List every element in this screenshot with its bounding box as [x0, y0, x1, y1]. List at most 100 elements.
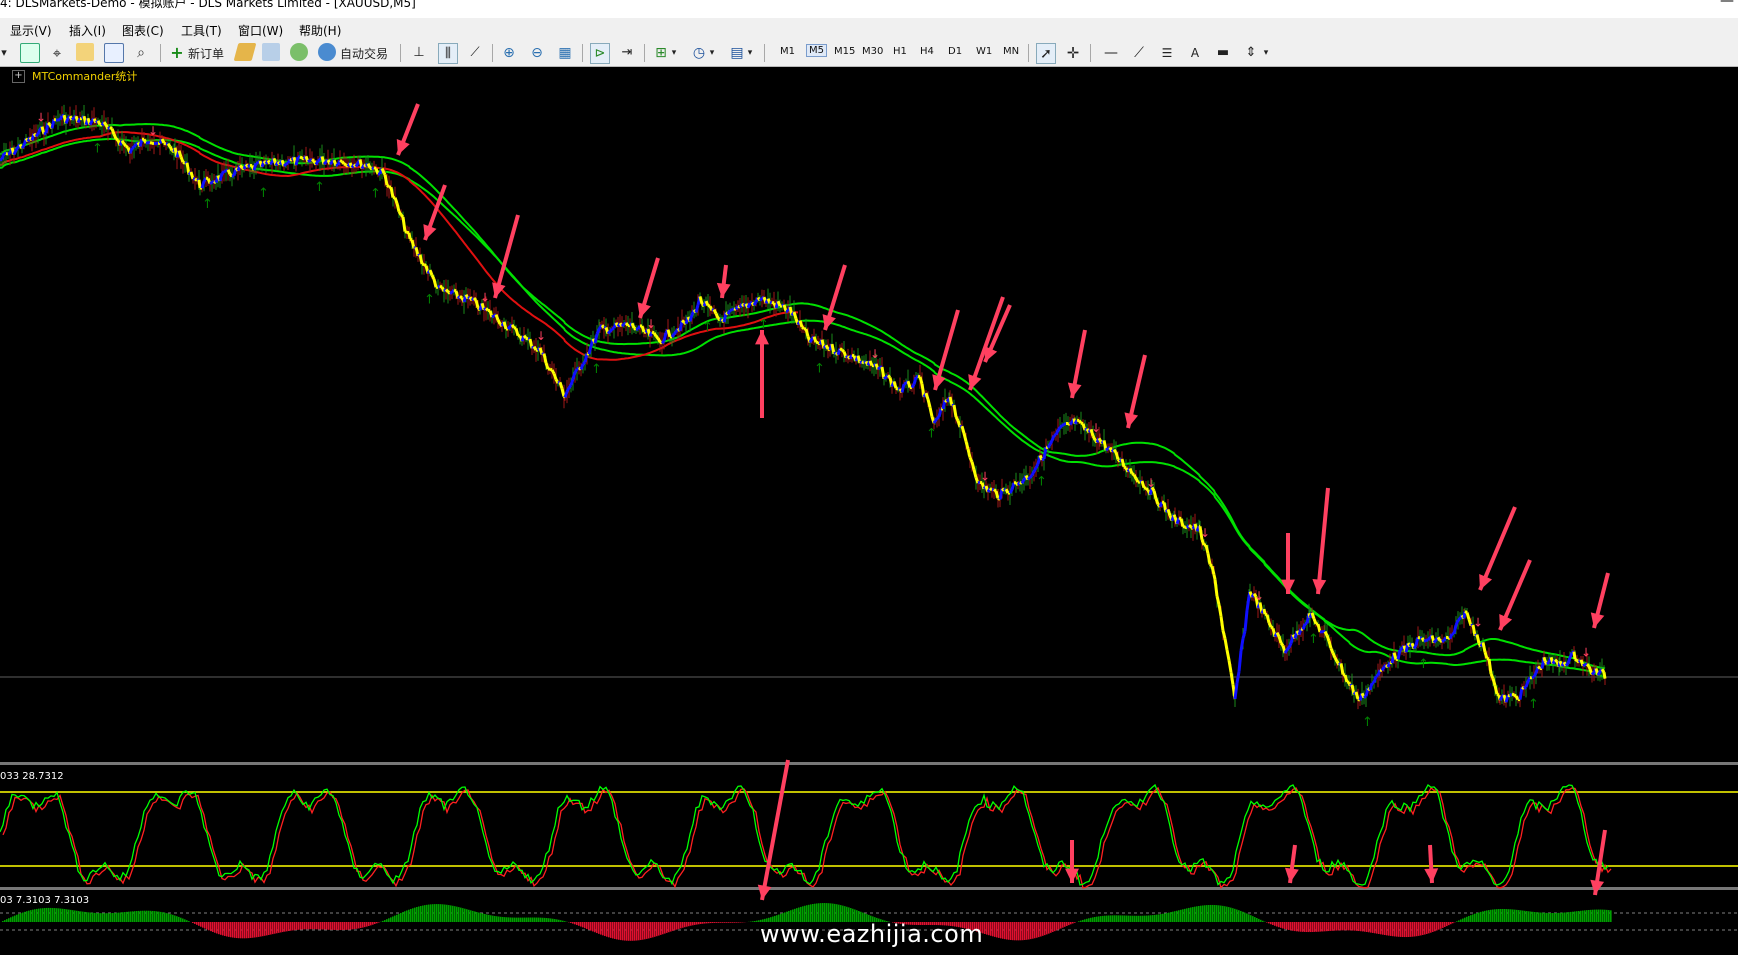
chart-shift-icon[interactable]: ⇥	[618, 43, 636, 62]
macd-histogram-bar	[1232, 908, 1234, 922]
indicators-icon[interactable]: ⊞	[652, 43, 670, 62]
macd-histogram-bar	[556, 919, 558, 922]
trend-segment	[895, 386, 899, 391]
macd-histogram-bar	[1404, 922, 1406, 938]
menu-bar: 显示(V) 插入(I) 图表(C) 工具(T) 窗口(W) 帮助(H)	[0, 18, 1738, 40]
new-chart-icon[interactable]	[20, 43, 40, 63]
macd-histogram-bar	[714, 922, 716, 923]
templates-icon[interactable]: ▤	[728, 43, 746, 62]
trend-segment	[1175, 517, 1181, 525]
indicators-dropdown-icon[interactable]: ▾	[670, 43, 678, 62]
macd-histogram-bar	[522, 917, 524, 922]
timeframe-w1[interactable]: W1	[976, 46, 992, 57]
navigator-icon[interactable]	[104, 43, 124, 63]
timeframe-d1[interactable]: D1	[948, 46, 962, 57]
menu-help[interactable]: 帮助(H)	[299, 22, 341, 39]
macd-histogram-bar	[1562, 912, 1564, 922]
menu-charts[interactable]: 图表(C)	[122, 22, 164, 39]
trend-segment	[1568, 652, 1574, 659]
periods-icon[interactable]: ◷	[690, 43, 708, 62]
macd-histogram-bar	[168, 913, 170, 922]
zoom-out-icon[interactable]: ⊖	[528, 43, 546, 62]
strategy-tester-icon[interactable]: ⌕	[132, 43, 150, 62]
profiles-icon[interactable]	[76, 43, 94, 61]
timeframe-m15[interactable]: M15	[834, 46, 855, 57]
line-chart-icon[interactable]: ⟋	[466, 43, 484, 62]
macd-histogram-bar	[696, 922, 698, 925]
trend-segment	[1227, 659, 1233, 673]
macd-histogram-bar	[458, 907, 460, 922]
macd-histogram-bar	[1000, 922, 1002, 939]
timeframe-m30[interactable]: M30	[862, 46, 883, 57]
templates-dropdown-icon[interactable]: ▾	[746, 43, 754, 62]
trend-segment	[373, 166, 377, 170]
menu-tools[interactable]: 工具(T)	[181, 22, 222, 39]
macd-histogram-bar	[408, 909, 410, 922]
annotation-arrow-shaft	[1316, 487, 1330, 595]
macd-histogram-bar	[1210, 904, 1212, 922]
trend-segment	[522, 334, 528, 340]
macd-histogram-bar	[1290, 922, 1292, 931]
history-icon[interactable]	[262, 43, 280, 61]
trend-segment	[571, 371, 577, 380]
bar-chart-icon[interactable]: ⊥	[410, 43, 428, 62]
auto-trading-icon[interactable]	[318, 43, 336, 61]
periods-dropdown-icon[interactable]: ▾	[708, 43, 716, 62]
horizontal-line-icon[interactable]: —	[1102, 43, 1120, 62]
macd-histogram-bar	[108, 913, 110, 922]
trend-segment	[128, 147, 134, 154]
auto-scroll-icon[interactable]: ⊳	[590, 43, 610, 64]
trend-segment	[993, 488, 997, 493]
menu-insert[interactable]: 插入(I)	[69, 22, 106, 39]
trendline-icon[interactable]: ⟋	[1130, 43, 1148, 62]
timeframe-m5[interactable]: M5	[806, 44, 827, 57]
macd-histogram-bar	[1442, 922, 1444, 928]
trend-segment	[205, 176, 209, 180]
trend-segment	[989, 487, 993, 492]
macd-histogram-bar	[360, 922, 362, 929]
trend-segment	[792, 311, 798, 319]
trend-segment	[1053, 433, 1057, 437]
new-order-icon[interactable]: +	[168, 43, 186, 62]
menu-window[interactable]: 窗口(W)	[238, 22, 283, 39]
label-icon[interactable]: ▬	[1214, 43, 1232, 62]
timeframe-h4[interactable]: H4	[920, 46, 934, 57]
crosshair-icon[interactable]: ⌖	[48, 43, 66, 62]
macd-histogram-bar	[560, 920, 562, 922]
dropdown-arrow-icon[interactable]: ▾	[0, 43, 8, 62]
trend-segment	[374, 167, 380, 175]
trend-segment	[808, 338, 814, 344]
macd-histogram-bar	[536, 917, 538, 922]
signals-icon[interactable]	[290, 43, 308, 61]
metaeditor-icon[interactable]	[233, 43, 257, 61]
zoom-in-icon[interactable]: ⊕	[500, 43, 518, 62]
timeframe-h1[interactable]: H1	[893, 46, 907, 57]
arrows-dropdown-icon[interactable]: ▾	[1262, 43, 1270, 62]
trend-segment	[439, 284, 443, 289]
fibonacci-icon[interactable]: ☰	[1158, 43, 1176, 62]
arrows-icon[interactable]: ⇕	[1242, 43, 1260, 62]
candlestick-icon[interactable]: ⫼	[438, 43, 458, 64]
tile-windows-icon[interactable]: ▦	[556, 43, 574, 62]
cross-icon[interactable]: ✛	[1064, 43, 1082, 62]
trend-segment	[34, 132, 40, 138]
new-order-button[interactable]: 新订单	[188, 44, 224, 63]
price-chart[interactable]: ↓↑↓↑↑ ↑ ↑↑ ↓↓↑↓ ↑ ↑↑↓↑↓ ↑↓↓↓↓↑↑↑↓↑↓	[0, 66, 1738, 955]
macd-histogram-bar	[592, 922, 594, 932]
trend-segment	[880, 366, 886, 380]
trend-segment	[1058, 424, 1064, 429]
timeframe-mn[interactable]: MN	[1003, 46, 1019, 57]
cursor-icon[interactable]: ➚	[1036, 43, 1056, 64]
trend-segment	[125, 144, 129, 149]
menu-view[interactable]: 显示(V)	[10, 22, 52, 39]
macd-histogram-bar	[1212, 904, 1214, 922]
macd-histogram-bar	[1522, 910, 1524, 922]
trend-segment	[848, 354, 854, 360]
macd-histogram-bar	[1496, 909, 1498, 922]
auto-trading-button[interactable]: 自动交易	[340, 44, 388, 63]
minimize-button[interactable]: —	[1720, 0, 1734, 8]
timeframe-m1[interactable]: M1	[780, 46, 795, 57]
trend-segment	[960, 425, 966, 434]
text-icon[interactable]: A	[1186, 43, 1204, 62]
trend-segment	[1412, 644, 1418, 650]
